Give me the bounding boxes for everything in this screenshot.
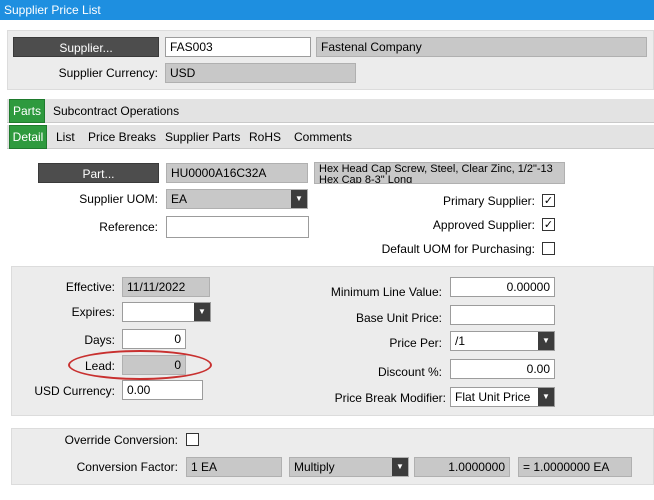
effective-label: Effective: [65, 280, 115, 294]
tab-detail[interactable]: Detail [9, 125, 47, 149]
price-break-modifier-select[interactable]: Flat Unit Price ▼ [450, 387, 555, 407]
discount-label: Discount %: [377, 365, 442, 379]
supplier-currency-label: Supplier Currency: [58, 66, 158, 80]
effective-field: 11/11/2022 [122, 277, 210, 297]
part-number-field[interactable]: HU0000A16C32A [166, 163, 308, 183]
days-label: Days: [84, 333, 115, 347]
supplier-code-input[interactable]: FAS003 [165, 37, 311, 57]
min-line-value-label: Minimum Line Value: [330, 285, 442, 299]
price-break-modifier-label: Price Break Modifier: [334, 391, 446, 405]
supplier-button[interactable]: Supplier... [13, 37, 159, 57]
conversion-factor-label: Conversion Factor: [76, 460, 178, 474]
price-per-value: /1 [455, 334, 466, 348]
days-input[interactable]: 0 [122, 329, 186, 349]
base-unit-price-label: Base Unit Price: [355, 311, 442, 325]
checkmark-icon: ✓ [543, 219, 554, 231]
part-button[interactable]: Part... [38, 163, 159, 183]
override-conversion-label: Override Conversion: [64, 433, 178, 447]
supplier-uom-value: EA [171, 192, 188, 206]
chevron-down-icon[interactable]: ▼ [194, 303, 210, 321]
price-per-select[interactable]: /1 ▼ [450, 331, 555, 351]
default-uom-label: Default UOM for Purchasing: [381, 242, 535, 256]
checkmark-icon: ✓ [543, 195, 554, 207]
tab-rohs[interactable]: RoHS [249, 126, 281, 148]
tab-price-breaks[interactable]: Price Breaks [88, 126, 156, 148]
price-break-modifier-value: Flat Unit Price [455, 390, 531, 404]
default-uom-checkbox[interactable] [542, 242, 555, 255]
usd-currency-input[interactable]: 0.00 [122, 380, 203, 400]
supplier-uom-label: Supplier UOM: [79, 192, 158, 206]
reference-label: Reference: [99, 220, 158, 234]
tab-supplier-parts[interactable]: Supplier Parts [165, 126, 240, 148]
conversion-result-field: = 1.0000000 EA [518, 457, 632, 477]
discount-input[interactable]: 0.00 [450, 359, 555, 379]
lead-field: 0 [122, 355, 186, 375]
conversion-factor-field: 1.0000000 [414, 457, 510, 477]
conversion-from-field: 1 EA [186, 457, 282, 477]
supplier-name-field: Fastenal Company [316, 37, 647, 57]
tab-list[interactable]: List [56, 126, 75, 148]
approved-supplier-checkbox[interactable]: ✓ [542, 218, 555, 231]
supplier-uom-select[interactable]: EA ▼ [166, 189, 308, 209]
supplier-currency-field: USD [165, 63, 356, 83]
expires-select[interactable]: ▼ [122, 302, 211, 322]
price-per-label: Price Per: [389, 336, 442, 350]
window-title: Supplier Price List [0, 0, 654, 20]
approved-supplier-label: Approved Supplier: [432, 218, 535, 232]
conversion-operation-value: Multiply [294, 460, 335, 474]
reference-input[interactable] [166, 216, 309, 238]
tab-comments[interactable]: Comments [294, 126, 352, 148]
override-conversion-checkbox[interactable] [186, 433, 199, 446]
tab-subcontract-operations[interactable]: Subcontract Operations [53, 100, 203, 122]
base-unit-price-input[interactable] [450, 305, 555, 325]
conversion-operation-select[interactable]: Multiply ▼ [289, 457, 409, 477]
chevron-down-icon[interactable]: ▼ [538, 388, 554, 406]
expires-label: Expires: [71, 305, 115, 319]
tab-parts[interactable]: Parts [9, 99, 45, 123]
chevron-down-icon[interactable]: ▼ [538, 332, 554, 350]
lead-label: Lead: [84, 359, 115, 373]
min-line-value-input[interactable]: 0.00000 [450, 277, 555, 297]
chevron-down-icon[interactable]: ▼ [291, 190, 307, 208]
primary-supplier-checkbox[interactable]: ✓ [542, 194, 555, 207]
part-description-field: Hex Head Cap Screw, Steel, Clear Zinc, 1… [314, 162, 565, 184]
primary-supplier-label: Primary Supplier: [442, 194, 535, 208]
chevron-down-icon[interactable]: ▼ [392, 458, 408, 476]
usd-currency-label: USD Currency: [34, 384, 115, 398]
